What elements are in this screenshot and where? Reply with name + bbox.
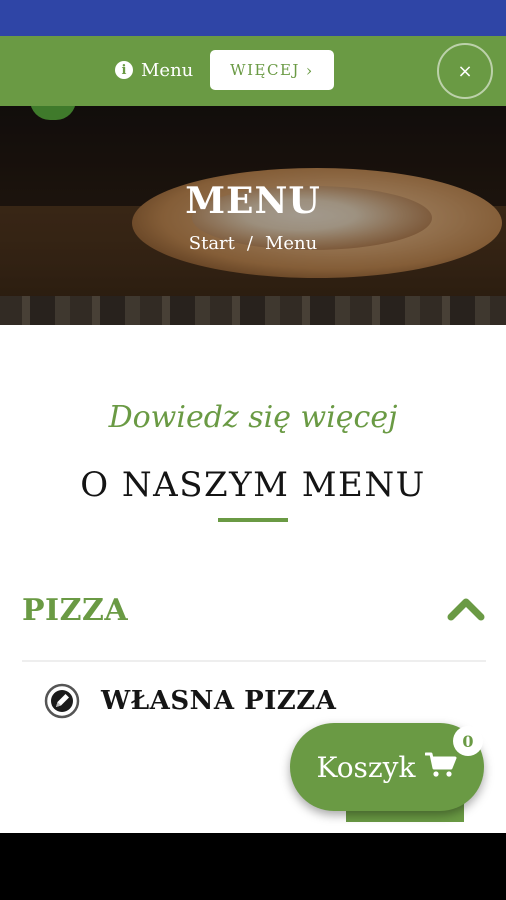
category-divider bbox=[22, 660, 486, 662]
menu-info-label: Menu bbox=[141, 59, 194, 81]
section-subtitle: Dowiedz się więcej bbox=[108, 400, 398, 435]
more-button-label: WIĘCEJ bbox=[230, 61, 300, 79]
breadcrumb-current: Menu bbox=[264, 233, 318, 254]
category-title-pizza[interactable]: PIZZA bbox=[22, 593, 128, 628]
chevron-up-icon[interactable] bbox=[446, 593, 486, 623]
breadcrumb-start[interactable]: Start bbox=[189, 233, 235, 254]
page-title: MENU bbox=[185, 180, 321, 222]
cart-label: Koszyk bbox=[316, 750, 416, 784]
system-nav-bar bbox=[0, 833, 506, 900]
cart-icon bbox=[424, 751, 457, 783]
section-divider bbox=[218, 518, 288, 522]
close-button[interactable]: × bbox=[437, 43, 493, 99]
pencil-icon bbox=[44, 683, 80, 719]
chevron-right-icon: › bbox=[305, 60, 314, 80]
cart-count-badge: 0 bbox=[453, 726, 483, 756]
breadcrumb: Start / Menu bbox=[0, 233, 506, 254]
section-title: O NASZYM MENU bbox=[80, 465, 426, 505]
breadcrumb-separator: / bbox=[246, 233, 253, 254]
hero-banner: MENU Start / Menu bbox=[0, 106, 506, 325]
status-bar bbox=[0, 0, 506, 36]
menu-info: i Menu bbox=[115, 57, 193, 83]
more-button[interactable]: WIĘCEJ › bbox=[210, 50, 334, 90]
close-icon: × bbox=[457, 60, 473, 82]
menu-item-name[interactable]: WŁASNA PIZZA bbox=[101, 686, 336, 716]
info-icon: i bbox=[115, 61, 133, 79]
